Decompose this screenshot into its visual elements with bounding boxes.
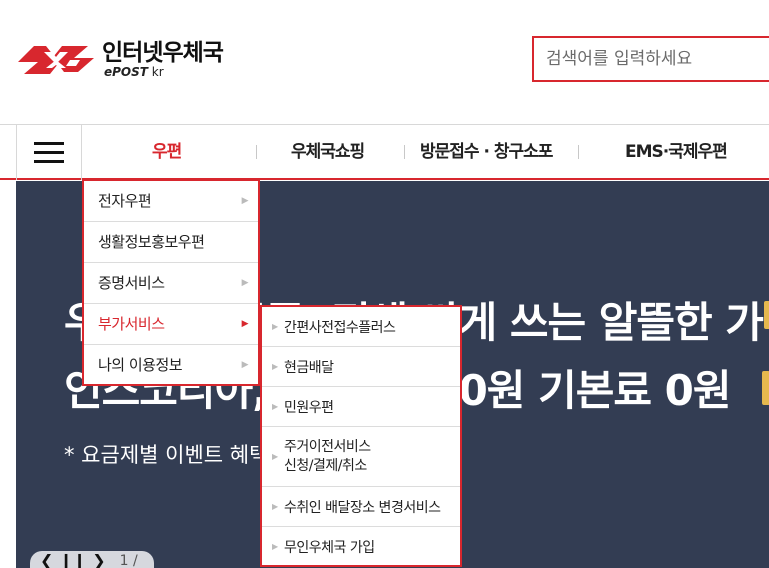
nav-item-visit-pickup[interactable]: 방문접수 · 창구소포 [420,125,553,180]
submenu-item-e-mail[interactable]: 전자우편 ▶ [84,181,258,222]
submenu2-item-label: 무인우체국 가입 [284,540,375,556]
epost-logo[interactable]: 인터넷우체국 ePOST kr [16,38,224,82]
logo-domain: ePOST kr [102,66,223,78]
menu-icon-bar [34,142,64,145]
logo-brand: ePOST [104,65,148,79]
page: 인터넷우체국 ePOST kr 우편 우체국쇼핑 방문접수 · 창구소포 EMS… [0,0,769,568]
nav-item-ems[interactable]: EMS·국제우편 [625,125,728,180]
submenu2-item-label-line2: 신청/결제/취소 [284,457,367,474]
submenu-item-label: 증명서비스 [98,274,165,292]
nav-divider [256,145,257,159]
submenu2-item-unmanned-post-office[interactable]: ▶ 무인우체국 가입 [262,527,460,567]
bullet-icon: ▶ [272,451,278,461]
bullet-icon: ▶ [272,542,278,551]
main-nav: 우편 우체국쇼핑 방문접수 · 창구소포 EMS·국제우편 [0,124,769,180]
nav-divider [404,145,405,159]
logo-title: 인터넷우체국 [102,40,224,66]
nav-divider [578,145,579,159]
pause-icon[interactable]: ❙❙ [59,553,86,568]
bullet-icon: ▶ [272,361,278,371]
banner-decoration [762,371,769,405]
submenu2-item-easy-pre-registration[interactable]: ▶ 간편사전접수플러스 [262,307,460,347]
bullet-icon: ▶ [272,401,278,411]
menu-icon[interactable] [16,125,82,180]
mail-submenu: 전자우편 ▶ 생활정보홍보우편 증명서비스 ▶ 부가서비스 ▶ 나의 이용정보 … [82,180,260,386]
chevron-right-icon: ▶ [241,196,249,206]
submenu-item-certification[interactable]: 증명서비스 ▶ [84,263,258,304]
next-icon[interactable]: ❯ [92,553,105,568]
submenu2-item-label: 현금배달 [284,359,334,376]
submenu-item-label: 부가서비스 [98,315,165,333]
submenu-item-label: 생활정보홍보우편 [98,233,205,251]
search-input[interactable] [534,38,769,80]
search-box [532,36,769,82]
nav-item-shopping[interactable]: 우체국쇼핑 [291,125,365,180]
submenu2-item-relocation-service[interactable]: ▶ 주거이전서비스 신청/결제/취소 [262,427,460,487]
menu-icon-bar [34,160,64,163]
submenu2-item-civil-mail[interactable]: ▶ 민원우편 [262,387,460,427]
submenu-item-label: 전자우편 [98,192,152,210]
submenu2-item-cash-delivery[interactable]: ▶ 현금배달 [262,347,460,387]
submenu2-item-delivery-place-change[interactable]: ▶ 수취인 배달장소 변경서비스 [262,487,460,527]
submenu2-item-label: 민원우편 [284,399,334,416]
chevron-right-icon: ▶ [241,278,249,288]
submenu2-item-label-line1: 주거이전서비스 [284,438,371,455]
chevron-right-icon: ▶ [241,319,249,329]
logo-domain-suffix: kr [147,65,164,79]
prev-icon[interactable]: ❮ [40,553,53,568]
submenu-item-life-info[interactable]: 생활정보홍보우편 [84,222,258,263]
bullet-icon: ▶ [272,321,278,331]
banner-pager: ❮ ❙❙ ❯ 1 / 6 [30,551,154,568]
epost-logo-icon [18,46,94,74]
nav-item-mail[interactable]: 우편 [152,125,182,180]
banner-decoration [764,301,769,329]
submenu-item-my-usage[interactable]: 나의 이용정보 ▶ [84,345,258,386]
additional-services-submenu: ▶ 간편사전접수플러스 ▶ 현금배달 ▶ 민원우편 ▶ 주거이전서비스 신청/결… [260,305,462,567]
bullet-icon: ▶ [272,501,278,511]
submenu-item-label: 나의 이용정보 [98,356,183,374]
submenu2-item-label: 수취인 배달장소 변경서비스 [284,499,441,516]
chevron-right-icon: ▶ [241,360,249,370]
banner-page-count: 1 / 6 [119,553,138,568]
menu-icon-bar [34,151,64,154]
submenu-item-additional-services[interactable]: 부가서비스 ▶ [84,304,258,345]
submenu2-item-label: 간편사전접수플러스 [284,319,396,336]
